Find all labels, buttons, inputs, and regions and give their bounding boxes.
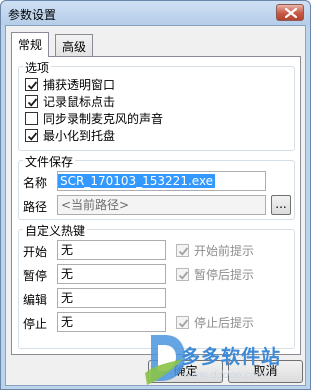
- checkmark-icon: [27, 80, 38, 90]
- dialog-window: 参数设置 常规 高级 选项 捕获透明窗口 记录鼠标点击 同步录制麦克风的声音 最…: [0, 0, 311, 390]
- tab-advanced[interactable]: 高级: [55, 34, 94, 56]
- hotkey-start-input[interactable]: 无: [57, 240, 166, 260]
- hotkey-stop-label: 停止: [23, 317, 48, 331]
- hotkey-pause-input[interactable]: 无: [57, 264, 166, 284]
- close-icon: [285, 8, 297, 18]
- file-save-group: 文件保存 名称 SCR_170103_153221.exe 路径 <当前路径> …: [18, 153, 295, 220]
- checkmark-icon: [27, 131, 38, 141]
- tab-general-label: 常规: [18, 38, 43, 52]
- hotkey-pause-label: 暂停: [23, 269, 48, 283]
- option-capture-transparent-label: 捕获透明窗口: [43, 77, 116, 92]
- checkmark-icon: [178, 246, 189, 256]
- path-label: 路径: [23, 200, 48, 214]
- option-minimize-tray-label: 最小化到托盘: [43, 128, 116, 143]
- option-record-clicks-checkbox[interactable]: [25, 94, 38, 108]
- hotkey-pause-hint-label: 暂停后提示: [194, 267, 255, 282]
- path-input-placeholder: <当前路径>: [61, 198, 130, 212]
- option-record-mic[interactable]: 同步录制麦克风的声音: [25, 111, 164, 126]
- hotkey-stop-value: 无: [61, 315, 74, 329]
- option-capture-transparent[interactable]: 捕获透明窗口: [25, 77, 116, 92]
- filename-input[interactable]: SCR_170103_153221.exe: [57, 171, 266, 191]
- option-minimize-tray-checkbox[interactable]: [25, 128, 38, 142]
- option-record-mic-checkbox[interactable]: [25, 111, 38, 125]
- hotkey-pause-hint: 暂停后提示: [176, 267, 255, 282]
- checkmark-icon: [27, 97, 38, 107]
- hotkey-stop-hint-checkbox: [176, 315, 189, 329]
- hotkey-stop-hint: 停止后提示: [176, 315, 255, 330]
- watermark: 多多软件站 www.dddoo.com: [143, 329, 311, 389]
- hotkey-pause-hint-checkbox: [176, 267, 189, 281]
- checkmark-icon: [178, 318, 189, 328]
- hotkey-edit-input[interactable]: 无: [57, 288, 166, 308]
- options-group: 选项 捕获透明窗口 记录鼠标点击 同步录制麦克风的声音 最小化到托盘: [18, 59, 295, 151]
- hotkey-start-hint-checkbox: [176, 243, 189, 257]
- tab-general[interactable]: 常规: [11, 32, 50, 57]
- option-capture-transparent-checkbox[interactable]: [25, 77, 38, 91]
- browse-button[interactable]: ...: [271, 195, 291, 215]
- option-record-clicks-label: 记录鼠标点击: [43, 94, 116, 109]
- browse-button-label: ...: [275, 197, 287, 211]
- hotkey-start-hint: 开始前提示: [176, 243, 255, 258]
- title-bar[interactable]: 参数设置: [1, 1, 310, 25]
- hotkeys-group-title: 自定义热键: [23, 222, 88, 239]
- close-button[interactable]: [276, 4, 304, 21]
- hotkey-pause-value: 无: [61, 267, 74, 281]
- hotkey-start-value: 无: [61, 243, 74, 257]
- path-input[interactable]: <当前路径>: [57, 195, 266, 215]
- file-save-group-title: 文件保存: [23, 153, 76, 170]
- watermark-text: 多多软件站: [181, 346, 282, 368]
- hotkey-start-hint-label: 开始前提示: [194, 243, 255, 258]
- option-minimize-tray[interactable]: 最小化到托盘: [25, 128, 116, 143]
- window-title: 参数设置: [8, 8, 57, 22]
- hotkey-edit-value: 无: [61, 291, 74, 305]
- options-group-title: 选项: [23, 59, 52, 76]
- tab-advanced-label: 高级: [62, 40, 87, 54]
- filename-input-value: SCR_170103_153221.exe: [58, 174, 216, 188]
- watermark-url: www.dddoo.com: [183, 370, 266, 381]
- option-record-mic-label: 同步录制麦克风的声音: [43, 111, 164, 126]
- checkmark-icon: [178, 270, 189, 280]
- option-record-clicks[interactable]: 记录鼠标点击: [25, 94, 116, 109]
- hotkey-stop-hint-label: 停止后提示: [194, 315, 255, 330]
- tab-panel-general: 选项 捕获透明窗口 记录鼠标点击 同步录制麦克风的声音 最小化到托盘 文件保存 …: [11, 56, 301, 355]
- hotkey-start-label: 开始: [23, 245, 48, 259]
- name-label: 名称: [23, 176, 48, 190]
- hotkey-edit-label: 编辑: [23, 293, 48, 307]
